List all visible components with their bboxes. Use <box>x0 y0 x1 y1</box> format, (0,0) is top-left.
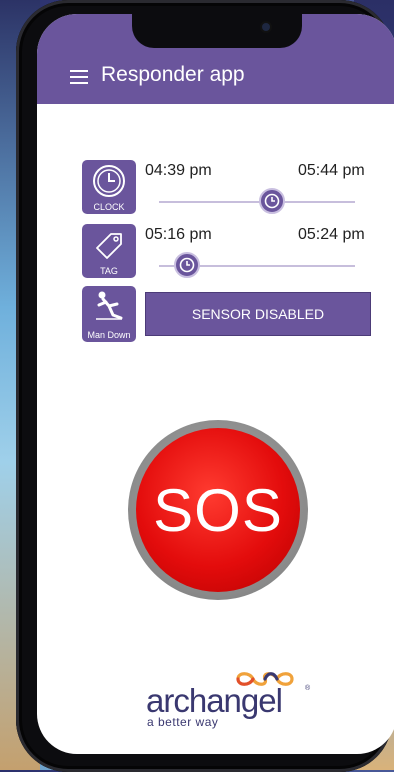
sensor-disabled-button[interactable]: SENSOR DISABLED <box>145 292 371 336</box>
sos-button-face: SOS <box>136 428 300 592</box>
clock-start-time: 04:39 pm <box>145 162 212 179</box>
front-camera <box>262 23 270 31</box>
tag-thumb-icon <box>179 257 195 273</box>
tag-tile[interactable]: TAG <box>82 224 136 278</box>
clock-slider-thumb[interactable] <box>259 188 285 214</box>
clock-icon <box>93 165 125 197</box>
tag-start-time: 05:16 pm <box>145 226 212 243</box>
tag-end-time: 05:24 pm <box>298 226 365 243</box>
man-down-tile[interactable]: Man Down <box>82 286 136 342</box>
phone-notch <box>132 14 302 48</box>
clock-tile[interactable]: CLOCK <box>82 160 136 214</box>
logo-tagline: a better way <box>147 715 219 729</box>
man-down-icon <box>96 291 123 320</box>
phone-frame: Responder app CLOCK 04:39 pm 05:44 pm TA… <box>16 0 394 772</box>
app-screen: Responder app CLOCK 04:39 pm 05:44 pm TA… <box>37 14 394 754</box>
app-title: Responder app <box>101 63 245 86</box>
man-down-label: Man Down <box>87 330 131 340</box>
sos-label: SOS <box>153 476 283 544</box>
tag-icon <box>96 233 122 259</box>
clock-thumb-icon <box>264 193 280 209</box>
clock-label: CLOCK <box>93 202 125 212</box>
clock-slider-track[interactable] <box>159 201 355 203</box>
tag-label: TAG <box>100 266 118 276</box>
sos-button[interactable]: SOS <box>128 420 308 600</box>
registered-mark: ® <box>305 685 311 692</box>
tag-slider-thumb[interactable] <box>174 252 200 278</box>
clock-end-time: 05:44 pm <box>298 162 365 179</box>
hamburger-menu-icon[interactable] <box>70 70 88 84</box>
